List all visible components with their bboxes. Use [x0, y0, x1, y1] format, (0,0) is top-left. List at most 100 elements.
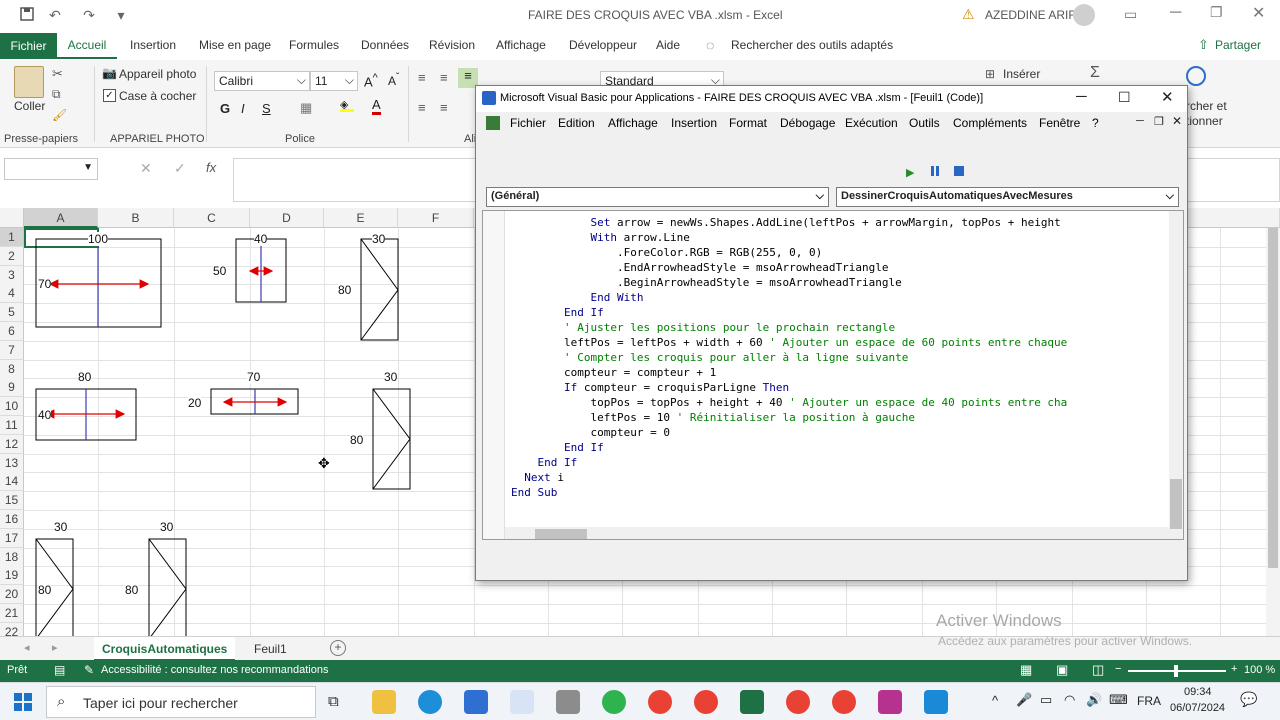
clock-time[interactable]: 09:34	[1184, 686, 1212, 698]
font-name-dropdown[interactable]: Calibri ⌵	[214, 71, 310, 91]
edge-icon[interactable]	[418, 690, 442, 714]
zoom-level[interactable]: 100 %	[1244, 664, 1275, 676]
macro-record-icon[interactable]: ▤	[54, 663, 65, 677]
vba-editor-window[interactable]: Microsoft Visual Basic pour Applications…	[475, 85, 1188, 581]
run-icon[interactable]: ▶	[906, 166, 914, 179]
scrollbar-thumb[interactable]	[1268, 228, 1278, 568]
accessibility-status[interactable]: Accessibilité : consultez nos recommanda…	[101, 664, 328, 676]
code-line[interactable]: topPos = topPos + height + 40 ' Ajouter …	[511, 395, 1171, 410]
minimize-icon[interactable]: ─	[1076, 88, 1087, 105]
code-line[interactable]: With arrow.Line	[511, 230, 1171, 245]
menu-insertion[interactable]: Insertion	[671, 116, 717, 130]
code-line[interactable]: ' Compter les croquis pour aller à la li…	[511, 350, 1171, 365]
undo-icon[interactable]: ↶	[46, 6, 64, 24]
code-line[interactable]: End If	[511, 305, 1171, 320]
checkbox-icon[interactable]: ✓	[103, 89, 116, 102]
zoom-slider-thumb[interactable]	[1174, 665, 1178, 677]
share-button[interactable]: Partager	[1215, 38, 1261, 52]
menu-fenetre[interactable]: Fenêtre	[1039, 116, 1080, 130]
shrink-font-icon[interactable]: Aˇ	[388, 72, 399, 88]
zoom-out-icon[interactable]: −	[1115, 663, 1121, 675]
zoom-in-icon[interactable]: +	[1231, 663, 1237, 675]
page-break-icon[interactable]: ◫	[1092, 662, 1104, 678]
sheet-tab[interactable]: Feuil1	[246, 637, 295, 661]
tab-donnees[interactable]: Données	[361, 38, 409, 52]
zoom-slider[interactable]	[1128, 665, 1226, 677]
windows-start-icon[interactable]	[14, 693, 32, 711]
minimize-icon[interactable]: ─	[1170, 4, 1181, 22]
code-line[interactable]: ' Ajuster les positions pour le prochain…	[511, 320, 1171, 335]
restore-icon[interactable]: ❐	[1210, 4, 1223, 21]
child-close-icon[interactable]: ✕	[1172, 114, 1182, 128]
notifications-icon[interactable]: 💬	[1240, 691, 1257, 708]
search-tools[interactable]: Rechercher des outils adaptés	[731, 38, 893, 52]
font-color-icon[interactable]: A	[372, 98, 381, 115]
code-line[interactable]: leftPos = 10 ' Réinitialiser la position…	[511, 410, 1171, 425]
avatar[interactable]	[1073, 4, 1095, 26]
save-icon[interactable]	[18, 6, 36, 24]
camera-button[interactable]: Appareil photo	[119, 67, 196, 81]
close-icon[interactable]: ✕	[1161, 88, 1174, 106]
code-line[interactable]: End If	[511, 440, 1171, 455]
code-text[interactable]: Set arrow = newWs.Shapes.AddLine(leftPos…	[511, 215, 1171, 500]
code-editor[interactable]: Set arrow = newWs.Shapes.AddLine(leftPos…	[482, 210, 1184, 540]
clock-date[interactable]: 06/07/2024	[1170, 702, 1225, 714]
autosum-icon[interactable]: Σ	[1090, 64, 1100, 82]
ribbon-display-icon[interactable]: ▭	[1124, 6, 1137, 23]
horizontal-scrollbar[interactable]	[366, 648, 1256, 656]
format-painter-icon[interactable]: 🖌	[52, 108, 67, 122]
insert-function-icon[interactable]: fx	[206, 160, 216, 175]
file-explorer-icon[interactable]	[372, 690, 396, 714]
close-icon[interactable]: ✕	[1252, 3, 1265, 23]
procedure-combo[interactable]: DessinerCroquisAutomatiquesAvecMesures ⌵	[836, 187, 1179, 207]
paste-icon[interactable]	[14, 66, 44, 98]
pause-icon[interactable]	[931, 166, 939, 176]
code-line[interactable]: End With	[511, 290, 1171, 305]
excel-view-icon[interactable]	[486, 116, 500, 130]
app-icon[interactable]	[924, 690, 948, 714]
menu-complements[interactable]: Compléments	[953, 116, 1027, 130]
menu-format[interactable]: Format	[729, 116, 767, 130]
code-vertical-scrollbar[interactable]	[1169, 211, 1183, 539]
menu-affichage[interactable]: Affichage	[608, 116, 658, 130]
redo-icon[interactable]: ↷	[80, 6, 98, 24]
align-top-icon[interactable]: ≡	[418, 70, 426, 85]
chrome-icon[interactable]	[694, 690, 718, 714]
code-line[interactable]: .ForeColor.RGB = RGB(255, 0, 0)	[511, 245, 1171, 260]
borders-icon[interactable]: ▦	[300, 100, 312, 116]
cancel-icon[interactable]: ✕	[140, 160, 152, 177]
child-minimize-icon[interactable]: ─	[1136, 115, 1144, 127]
code-line[interactable]: Set arrow = newWs.Shapes.AddLine(leftPos…	[511, 215, 1171, 230]
chrome-icon[interactable]	[786, 690, 810, 714]
taskbar-search[interactable]: ⌕ Taper ici pour rechercher	[46, 686, 316, 718]
chevron-up-icon[interactable]: ^	[992, 693, 998, 708]
code-line[interactable]: compteur = 0	[511, 425, 1171, 440]
find-select-line1[interactable]: rcher et	[1186, 99, 1227, 113]
menu-edition[interactable]: Edition	[558, 116, 595, 130]
code-line[interactable]: compteur = compteur + 1	[511, 365, 1171, 380]
align-center-icon[interactable]: ≡	[440, 100, 448, 115]
name-box[interactable]: ▼	[4, 158, 98, 180]
chrome-icon[interactable]	[832, 690, 856, 714]
code-line[interactable]: .BeginArrowheadStyle = msoArrowheadTrian…	[511, 275, 1171, 290]
language-indicator[interactable]: FRA	[1137, 694, 1161, 708]
code-line[interactable]: leftPos = leftPos + width + 60 ' Ajouter…	[511, 335, 1171, 350]
customize-quick-access-icon[interactable]: ▾	[112, 6, 130, 24]
tab-mise-en-page[interactable]: Mise en page	[199, 38, 271, 52]
sheet-tab-active[interactable]: CroquisAutomatiques	[94, 637, 236, 661]
task-view-icon[interactable]: ⧉	[328, 693, 339, 710]
tab-fichier[interactable]: Fichier	[0, 33, 57, 59]
underline-button[interactable]: S	[262, 101, 271, 116]
scroll-right-icon[interactable]: ▸	[52, 641, 58, 654]
code-line[interactable]: If compteur = croquisParLigne Then	[511, 380, 1171, 395]
child-restore-icon[interactable]: ❐	[1154, 115, 1164, 128]
menu-help[interactable]: ?	[1092, 116, 1099, 130]
tab-affichage[interactable]: Affichage	[496, 38, 546, 52]
bold-button[interactable]: G	[220, 101, 230, 116]
whatsapp-icon[interactable]	[602, 690, 626, 714]
tab-revision[interactable]: Révision	[429, 38, 475, 52]
chrome-icon[interactable]	[648, 690, 672, 714]
tab-accueil[interactable]: Accueil	[57, 33, 117, 59]
tab-formules[interactable]: Formules	[289, 38, 339, 52]
volume-icon[interactable]: 🔊	[1086, 692, 1102, 708]
